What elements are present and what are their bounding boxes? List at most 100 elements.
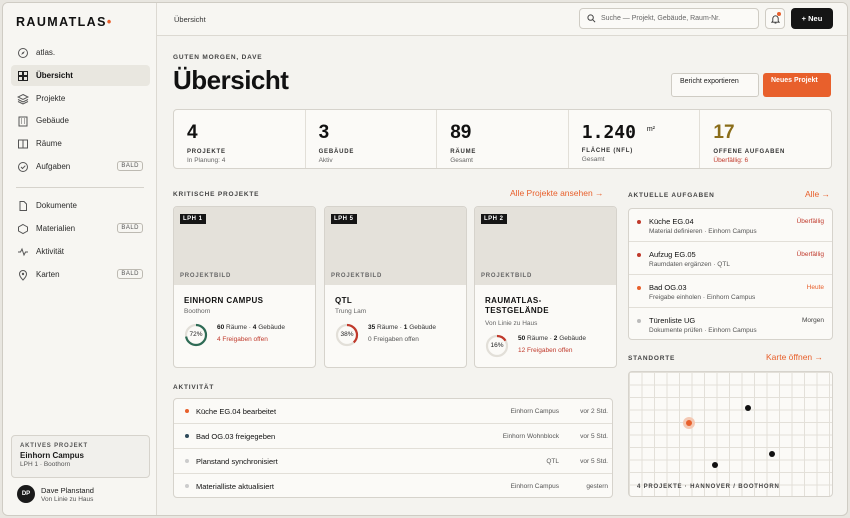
sidebar-item-karten[interactable]: Karten BALD xyxy=(11,264,150,285)
sidebar-item-aktivität[interactable]: Aktivität xyxy=(11,241,150,262)
search-input[interactable]: Suche — Projekt, Gebäude, Raum-Nr. xyxy=(579,8,759,29)
building-icon xyxy=(17,115,29,127)
project-card[interactable]: LPH 1 PROJEKTBILD EINHORN CAMPUS Boothorn 72… xyxy=(173,206,316,368)
stat-sub: In Planung: 4 xyxy=(187,157,226,164)
activity-text: Bad OG.03 freigegeben xyxy=(196,432,276,441)
stat-rooms[interactable]: 89 RÄUME Gesamt xyxy=(437,110,569,168)
task-item[interactable]: Türenliste UG Dokumente prüfen · Einhorn … xyxy=(629,308,832,341)
task-item[interactable]: Aufzug EG.05 Raumdaten ergänzen · QTL Über… xyxy=(629,242,832,275)
project-card[interactable]: LPH 5 PROJEKTBILD QTL Trung Lam 38% 35 Räume … xyxy=(324,206,467,368)
breadcrumb[interactable]: Übersicht xyxy=(174,15,206,24)
stat-open-tasks[interactable]: 17 OFFENE AUFGABEN Überfällig: 6 xyxy=(700,110,831,168)
stat-value: 3 xyxy=(318,122,330,143)
sidebar-item-aufgaben[interactable]: Aufgaben BALD xyxy=(11,156,150,177)
project-image: LPH 2 PROJEKTBILD xyxy=(475,207,616,285)
activity-text: Planstand synchronisiert xyxy=(196,457,278,466)
export-report-button[interactable]: Bericht exportieren xyxy=(671,73,759,97)
open-map-link[interactable]: Karte öffnen → xyxy=(766,352,823,362)
task-status-dot xyxy=(637,319,641,323)
search-placeholder: Suche — Projekt, Gebäude, Raum-Nr. xyxy=(601,15,721,22)
activity-item[interactable]: Planstand synchronisiert QTL vor 5 Std. xyxy=(174,449,612,474)
app-window: RAUMATLAS• atlas. Übersicht Projekte Gebäud… xyxy=(2,2,848,516)
sidebar-item-materialien[interactable]: Materialien BALD xyxy=(11,218,150,239)
approvals-open[interactable]: 12 Freigaben offen xyxy=(518,347,572,354)
active-project-card[interactable]: AKTIVES PROJEKT Einhorn Campus LPH 1 · B… xyxy=(11,435,150,478)
all-projects-link[interactable]: Alle Projekte ansehen → xyxy=(510,188,604,198)
project-metrics: 60 Räume · 4 Gebäude xyxy=(217,324,285,331)
locations-title: STANDORTE xyxy=(628,355,676,362)
approvals-open[interactable]: 4 Freigaben offen xyxy=(217,336,268,343)
task-sub: Dokumente prüfen · Einhorn Campus xyxy=(649,327,757,334)
critical-projects-title: KRITISCHE PROJEKTE xyxy=(173,191,260,198)
stat-sub: Gesamt xyxy=(581,156,605,163)
grid-icon xyxy=(17,70,29,82)
active-project-name: Einhorn Campus xyxy=(20,451,85,460)
project-owner: Boothorn xyxy=(184,308,211,315)
notifications-button[interactable] xyxy=(765,8,785,29)
app-logo[interactable]: RAUMATLAS• xyxy=(16,15,113,29)
stat-label: OFFENE AUFGABEN xyxy=(713,149,786,155)
soon-badge: BALD xyxy=(117,223,143,233)
map-pin-icon xyxy=(17,269,29,281)
map-pin[interactable] xyxy=(769,451,775,457)
soon-badge: BALD xyxy=(117,161,143,171)
sidebar-item-räume[interactable]: Räume xyxy=(11,133,150,154)
activity-dot xyxy=(185,409,189,413)
activity-time: vor 2 Std. xyxy=(580,408,608,415)
activity-text: Materialliste aktualisiert xyxy=(196,482,274,491)
new-project-button[interactable]: Neues Projekt xyxy=(763,73,831,97)
map-pin[interactable] xyxy=(745,405,751,411)
locations-map[interactable]: 4 PROJEKTE · HANNOVER / BOOTHORN xyxy=(628,371,833,497)
user-sub: Von Linie zu Haus xyxy=(41,495,94,503)
stat-value: 4 xyxy=(187,122,198,143)
activity-project: Einhorn Wohnblock xyxy=(502,433,559,440)
new-button[interactable]: + Neu xyxy=(791,8,833,29)
active-project-label: AKTIVES PROJEKT xyxy=(20,443,89,449)
task-item[interactable]: Küche EG.04 Material definieren · Einhorn… xyxy=(629,209,832,242)
stat-label: FLÄCHE (NFL) xyxy=(581,148,634,154)
topbar: Übersicht Suche — Projekt, Gebäude, Raum… xyxy=(157,3,847,36)
project-image: LPH 5 PROJEKTBILD xyxy=(325,207,466,285)
sidebar: RAUMATLAS• atlas. Übersicht Projekte Gebäud… xyxy=(3,3,157,515)
stat-buildings[interactable]: 3 GEBÄUDE Aktiv xyxy=(306,110,438,168)
progress-value: 16% xyxy=(490,342,504,349)
sidebar-item-label: Karten xyxy=(36,270,60,279)
all-tasks-link[interactable]: Alle → xyxy=(805,189,830,199)
sidebar-item-label: Gebäude xyxy=(36,116,69,125)
sidebar-item-label: Materialien xyxy=(36,224,76,233)
activity-item[interactable]: Materialliste aktualisiert Einhorn Campus… xyxy=(174,474,612,499)
task-item[interactable]: Bad OG.03 Freigabe einholen · Einhorn Cam… xyxy=(629,275,832,308)
stat-label: PROJEKTE xyxy=(187,149,226,155)
sidebar-item-gebäude[interactable]: Gebäude xyxy=(11,110,150,131)
task-due-badge: Heute xyxy=(806,284,824,291)
search-icon xyxy=(587,14,596,23)
activity-item[interactable]: Bad OG.03 freigegeben Einhorn Wohnblock vo… xyxy=(174,424,612,449)
project-image-label: PROJEKTBILD xyxy=(481,273,533,279)
activity-time: vor 5 Std. xyxy=(580,458,608,465)
sidebar-item-dokumente[interactable]: Dokumente xyxy=(11,195,150,216)
progress-value: 72% xyxy=(189,331,203,338)
layers-icon xyxy=(17,93,29,105)
map-pin-active[interactable] xyxy=(686,420,692,426)
user-name: Dave Planstand xyxy=(41,485,94,495)
activity-item[interactable]: Küche EG.04 bearbeitet Einhorn Campus vor … xyxy=(174,399,612,424)
avatar: DP xyxy=(17,485,35,503)
stat-label: RÄUME xyxy=(450,149,477,155)
map-pin[interactable] xyxy=(712,462,718,468)
sidebar-item-projekte[interactable]: Projekte xyxy=(11,88,150,109)
activity-dot xyxy=(185,434,189,438)
task-due-badge: Überfällig xyxy=(796,251,824,258)
project-card[interactable]: LPH 2 PROJEKTBILD RAUMATLAS-TESTGELÄNDE Von… xyxy=(474,206,617,368)
sidebar-item-übersicht[interactable]: Übersicht xyxy=(11,65,150,86)
phase-badge: LPH 5 xyxy=(331,214,357,224)
activity-list: Küche EG.04 bearbeitet Einhorn Campus vor … xyxy=(173,398,613,498)
stat-projects[interactable]: 4 PROJEKTE In Planung: 4 xyxy=(174,110,306,168)
task-status-dot xyxy=(637,253,641,257)
stat-value: 89 xyxy=(450,122,472,143)
notification-dot xyxy=(777,12,781,16)
project-image-label: PROJEKTBILD xyxy=(331,273,383,279)
stat-area[interactable]: 1.240 m² FLÄCHE (NFL) Gesamt xyxy=(569,110,701,168)
user-profile[interactable]: DP Dave Planstand Von Linie zu Haus xyxy=(17,485,94,503)
project-metrics: 35 Räume · 1 Gebäude xyxy=(368,324,436,331)
sidebar-item-atlas[interactable]: atlas. xyxy=(11,42,150,63)
